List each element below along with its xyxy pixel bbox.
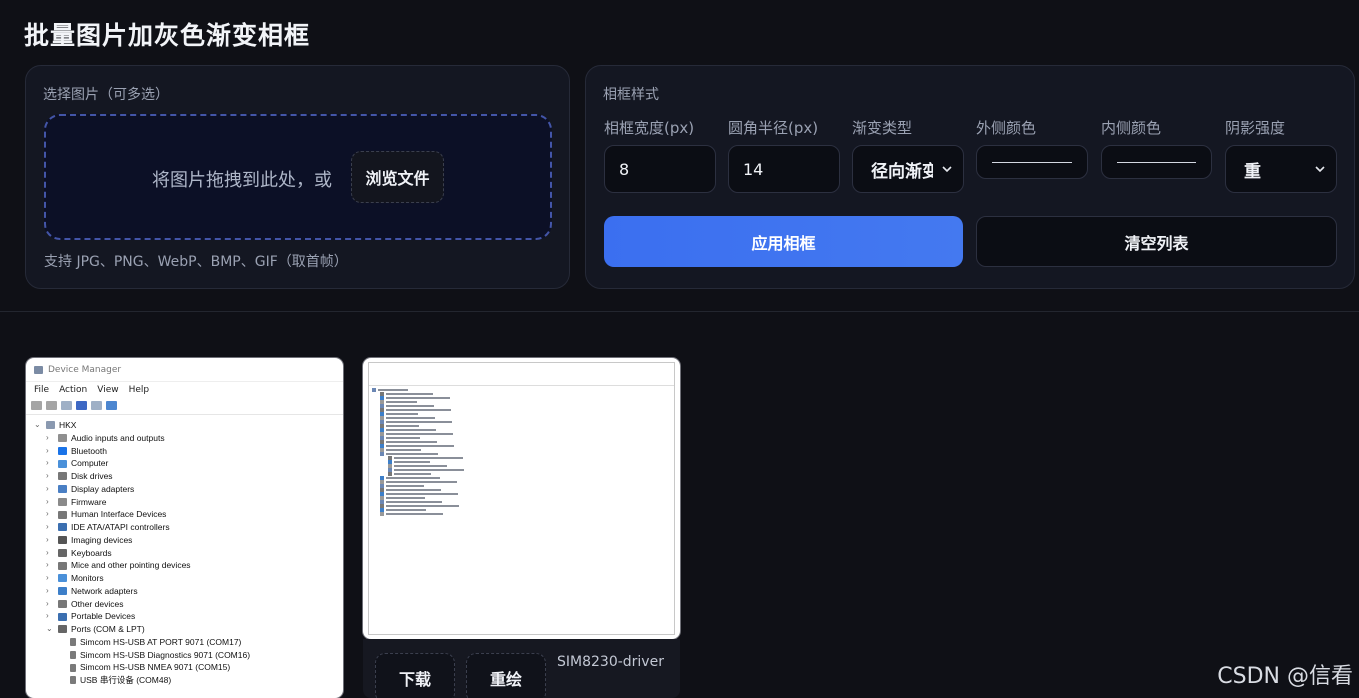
- tree-item: › IDE ATA/ATAPI controllers: [46, 522, 170, 532]
- device-icon: [58, 612, 67, 621]
- window-menu: File Action View Help: [26, 382, 343, 397]
- port-icon: [70, 676, 76, 685]
- port-icon: [70, 663, 76, 672]
- menu-item: File: [34, 384, 50, 395]
- window-title: Device Manager: [48, 364, 122, 375]
- frame-width-input[interactable]: 8: [604, 145, 716, 193]
- outer-color-swatch: [992, 162, 1072, 163]
- upload-panel: 选择图片（可多选） 将图片拖拽到此处，或 浏览文件 支持 JPG、PNG、Web…: [25, 65, 570, 289]
- chevron-down-icon: [942, 166, 952, 173]
- gradient-type-select[interactable]: 径向渐变: [852, 145, 964, 193]
- tree-item: › Display adapters: [46, 483, 135, 494]
- device-icon: [58, 599, 67, 608]
- frame-width-label: 相框宽度(px): [604, 119, 695, 137]
- mini-device-tree: [369, 386, 674, 516]
- window-toolbar: [26, 397, 343, 415]
- tree-item: › Firmware: [46, 496, 107, 507]
- tree-subitem: Simcom HS-USB Diagnostics 9071 (COM16): [34, 649, 343, 662]
- device-tree: ⌄ HKX › Audio inputs and outputs › Bluetooth…: [26, 415, 343, 687]
- tree-root: ⌄ HKX: [34, 420, 77, 430]
- device-icon: [58, 625, 67, 634]
- menu-item: Help: [128, 384, 150, 395]
- tree-item: › Imaging devices: [46, 534, 133, 545]
- gradient-type-label: 渐变类型: [852, 119, 913, 137]
- gradient-type-value: 径向渐变: [871, 161, 933, 182]
- tree-item: › Keyboards: [46, 547, 112, 558]
- device-icon: [58, 587, 67, 596]
- tree-item: › Audio inputs and outputs: [46, 432, 165, 443]
- device-icon: [58, 523, 67, 532]
- shadow-strength-value: 重: [1244, 161, 1261, 182]
- port-icon: [70, 638, 76, 647]
- tree-item: › Disk drives: [46, 471, 113, 481]
- upload-label: 选择图片（可多选）: [43, 87, 169, 103]
- frame-style-label: 相框样式: [603, 87, 659, 103]
- device-icon: [58, 536, 67, 545]
- drop-zone[interactable]: 将图片拖拽到此处，或 浏览文件: [44, 114, 552, 240]
- watermark: CSDN @信看: [1217, 664, 1353, 689]
- outer-color-picker[interactable]: [976, 145, 1088, 179]
- shadow-strength-label: 阴影强度: [1225, 119, 1286, 137]
- thumbnail-card[interactable]: Device Manager File Action View Help ⌄ HK…: [26, 358, 343, 698]
- tree-item: › Human Interface Devices: [46, 509, 167, 520]
- device-icon: [58, 561, 67, 570]
- tree-item: › Network adapters: [46, 585, 138, 596]
- device-icon: [58, 459, 67, 468]
- section-divider: [0, 311, 1359, 312]
- window-titlebar: Device Manager: [26, 358, 343, 382]
- menu-item: View: [97, 384, 119, 395]
- forward-arrow-icon: [46, 401, 57, 410]
- device-icon: [58, 497, 67, 506]
- tree-item: › Other devices: [46, 598, 124, 609]
- mini-tree-row: [372, 512, 674, 516]
- redraw-button[interactable]: 重绘: [466, 653, 546, 698]
- tree-item: › Mice and other pointing devices: [46, 560, 191, 571]
- download-button[interactable]: 下载: [375, 653, 455, 698]
- tree-subitem: USB 串行设备 (COM48): [34, 674, 343, 687]
- back-arrow-icon: [31, 401, 42, 410]
- tree-subitem: Simcom HS-USB AT PORT 9071 (COM17): [34, 636, 343, 649]
- device-icon: [58, 574, 67, 583]
- supported-formats-text: 支持 JPG、PNG、WebP、BMP、GIF（取首帧）: [44, 254, 348, 270]
- monitor-icon: [106, 401, 117, 410]
- drop-text: 将图片拖拽到此处，或: [152, 170, 332, 191]
- device-icon: [58, 446, 67, 455]
- tree-item: › Computer: [46, 458, 109, 469]
- mini-window-toolbar: [369, 378, 674, 386]
- inner-color-picker[interactable]: [1101, 145, 1212, 179]
- browse-files-button[interactable]: 浏览文件: [351, 151, 444, 203]
- thumbnail-actions-bar: 下载 重绘 SIM8230-driver: [363, 639, 680, 698]
- menu-item: Action: [59, 384, 88, 395]
- clear-list-button[interactable]: 清空列表: [976, 216, 1337, 267]
- page-title: 批量图片加灰色渐变相框: [24, 21, 311, 50]
- outer-color-label: 外侧颜色: [976, 119, 1037, 137]
- device-icon: [58, 472, 67, 481]
- chevron-down-icon: [1315, 166, 1325, 173]
- mini-device-manager-window: [368, 362, 675, 635]
- inner-color-label: 内侧颜色: [1101, 119, 1162, 137]
- device-icon: [58, 510, 67, 519]
- device-manager-icon: [34, 365, 43, 374]
- device-icon: [58, 485, 67, 494]
- tree-subitem: Simcom HS-USB NMEA 9071 (COM15): [34, 661, 343, 674]
- tree-item: › Portable Devices: [46, 611, 136, 622]
- inner-color-swatch: [1117, 162, 1196, 163]
- frame-style-panel: 相框样式 相框宽度(px) 8 圆角半径(px) 14 渐变类型 径向渐变 外侧…: [585, 65, 1355, 289]
- file-name: SIM8230-driver: [557, 654, 664, 670]
- properties-icon: [61, 401, 72, 410]
- corner-radius-label: 圆角半径(px): [728, 119, 819, 137]
- tree-item: › Bluetooth: [46, 445, 107, 456]
- apply-frame-button[interactable]: 应用相框: [604, 216, 963, 267]
- shadow-strength-select[interactable]: 重: [1225, 145, 1337, 193]
- help-icon: [76, 401, 87, 410]
- device-icon: [58, 434, 67, 443]
- port-icon: [70, 650, 76, 659]
- thumbnail-card[interactable]: [363, 358, 680, 639]
- view-icon: [91, 401, 102, 410]
- mini-window-title: [369, 363, 674, 372]
- device-icon: [58, 548, 67, 557]
- corner-radius-input[interactable]: 14: [728, 145, 840, 193]
- tree-item: ⌄ Ports (COM & LPT): [46, 624, 145, 634]
- tree-item: › Monitors: [46, 573, 104, 583]
